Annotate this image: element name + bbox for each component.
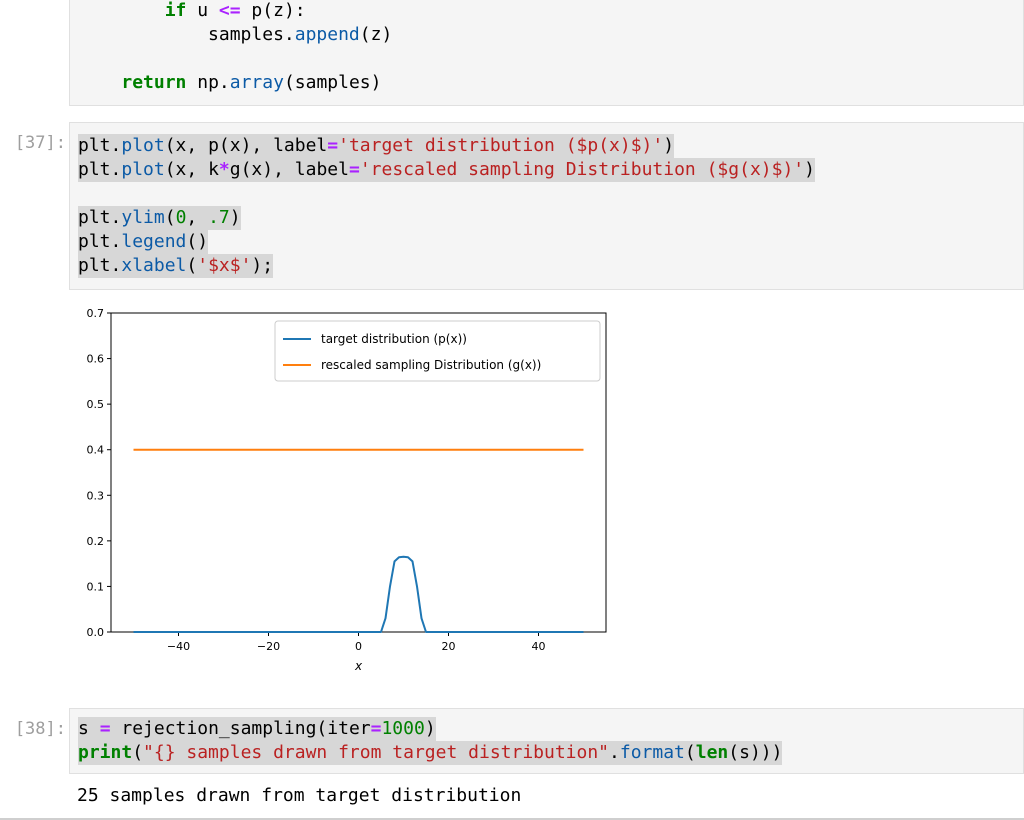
code-token: append [294, 24, 360, 45]
y-tick-label: 0.2 [87, 535, 105, 548]
x-axis-label: x [354, 659, 363, 673]
input-prompt: [37]: [14, 133, 66, 153]
code-line: plt.legend() [78, 230, 209, 254]
y-tick-label: 0.0 [87, 626, 105, 639]
code-token: p(z): [240, 0, 306, 21]
legend-label: rescaled sampling Distribution (g(x)) [321, 358, 541, 372]
code-token: = [348, 159, 360, 180]
code-token: np. [186, 72, 230, 93]
plot-output: 0.0 0.1 0.2 0.3 0.4 0.5 0.6 0.7 −40 −20 0 20 40 x targ… [69, 298, 629, 684]
code-token: 'rescaled sampling Distribution ($g(x)$)… [359, 159, 805, 180]
code-token: rejection_sampling(iter [110, 718, 371, 739]
code-token: plt. [78, 231, 122, 252]
code-token: ); [251, 255, 274, 276]
code-token: = [327, 135, 339, 156]
code-token: 'target distribution ($p(x)$)' [338, 135, 664, 156]
code-token: (x, p(x), label [164, 135, 328, 156]
code-token: ylim [121, 207, 165, 228]
x-tick-label: 0 [355, 640, 362, 653]
code-line: s = rejection_sampling(iter=1000) [78, 717, 436, 741]
y-tick-label: 0.1 [87, 580, 105, 593]
x-tick-label: −40 [167, 640, 190, 653]
code-token: print [78, 742, 133, 763]
code-token: '$x$' [197, 255, 252, 276]
code-token: plot [121, 135, 165, 156]
code-token: plt. [78, 207, 122, 228]
code-token: ( [132, 742, 144, 763]
code-token: <= [218, 0, 241, 21]
y-tick-label: 0.4 [87, 444, 105, 457]
code-line: if u <= p(z): [78, 0, 306, 23]
legend-box [274, 320, 601, 382]
code-editor[interactable]: plt.plot(x, p(x), label='target distribu… [76, 134, 1015, 284]
code-token: g(x), label [229, 159, 349, 180]
code-token: ) [229, 207, 241, 228]
code-token: u [186, 0, 219, 21]
code-token: return [121, 72, 187, 93]
code-token: () [186, 231, 209, 252]
code-token: 1000 [381, 718, 425, 739]
code-line: return np.array(samples) [78, 71, 381, 95]
code-token: samples. [78, 24, 295, 45]
input-prompt: [38]: [14, 719, 66, 739]
code-token: s [78, 718, 100, 739]
code-token: (z) [359, 24, 393, 45]
code-token: . [609, 742, 620, 763]
legend-label: target distribution (p(x)) [321, 332, 467, 346]
code-token: ( [684, 742, 696, 763]
code-token: ) [424, 718, 436, 739]
x-tick-label: −20 [257, 640, 280, 653]
code-token: plt. [78, 135, 122, 156]
code-token: if [164, 0, 187, 21]
code-line: samples.append(z) [78, 23, 392, 47]
code-line: plt.plot(x, k*g(x), label='rescaled samp… [78, 158, 815, 182]
code-token: "{} samples drawn from target distributi… [143, 742, 610, 763]
y-tick-label: 0.5 [87, 398, 105, 411]
code-line: print("{} samples drawn from target dist… [78, 741, 783, 765]
code-token: format [619, 742, 685, 763]
x-tick-label: 40 [532, 640, 546, 653]
code-token: legend [121, 231, 187, 252]
x-tick-label: 20 [442, 640, 456, 653]
stdout-output: 25 samples drawn from target distributio… [77, 785, 522, 806]
code-token: (samples) [283, 72, 382, 93]
code-editor[interactable]: if u <= p(z): samples.append(z) return n… [76, 0, 1015, 107]
code-token: ) [804, 159, 815, 180]
y-tick-label: 0.7 [87, 307, 105, 320]
code-token: (s))) [728, 742, 783, 763]
y-tick-label: 0.6 [87, 353, 105, 366]
code-editor[interactable]: s = rejection_sampling(iter=1000) print("… [76, 717, 1015, 769]
code-token: ) [663, 135, 675, 156]
code-token: , [186, 207, 209, 228]
code-token: * [218, 159, 230, 180]
code-token: plt. [78, 159, 122, 180]
code-token: 0 [175, 207, 187, 228]
code-cell-37[interactable]: plt.plot(x, p(x), label='target distribu… [69, 122, 1024, 290]
line-chart: 0.0 0.1 0.2 0.3 0.4 0.5 0.6 0.7 −40 −20 0 20 40 x targ… [87, 307, 607, 673]
code-token: = [99, 718, 111, 739]
code-cell-top[interactable]: if u <= p(z): samples.append(z) return n… [69, 0, 1024, 106]
code-token: plt. [78, 255, 122, 276]
code-token: len [695, 742, 729, 763]
code-token: .7 [208, 207, 230, 228]
code-line: plt.plot(x, p(x), label='target distribu… [78, 134, 675, 158]
code-token: ( [186, 255, 198, 276]
code-line: plt.xlabel('$x$'); [78, 254, 274, 278]
code-token: array [229, 72, 284, 93]
code-token: plot [121, 159, 165, 180]
y-tick-label: 0.3 [87, 489, 105, 502]
code-token: (x, k [164, 159, 219, 180]
code-cell-38[interactable]: s = rejection_sampling(iter=1000) print("… [69, 708, 1024, 774]
code-line: plt.ylim(0, .7) [78, 206, 241, 230]
code-token: xlabel [121, 255, 187, 276]
code-token: ( [164, 207, 176, 228]
code-token: = [370, 718, 382, 739]
